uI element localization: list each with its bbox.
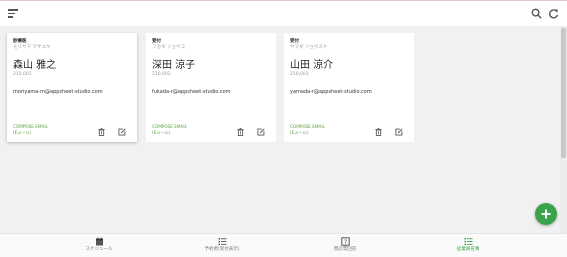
employee-name: 森山 雅之 — [13, 60, 57, 71]
list-icon — [464, 238, 472, 246]
employee-name: 山田 涼介 — [290, 60, 334, 71]
nav-label: 予約者(受付表示) — [204, 247, 240, 252]
nav-label: スケジュール — [85, 247, 113, 252]
trash-icon[interactable] — [98, 128, 105, 136]
employee-name-kana: モリヤマ マサユキ — [13, 45, 51, 50]
employee-email: moriyama-m@appsheet-studio.com — [13, 89, 103, 95]
search-icon[interactable] — [531, 8, 542, 19]
employee-code: 210,003 — [290, 72, 309, 77]
compose-email-sublabel: (Eメール) — [13, 129, 32, 135]
edit-icon[interactable] — [395, 128, 403, 136]
employee-card[interactable]: 受付 フカダ リョウコ 深田 涼子 210,002 fukada-r@appsh… — [146, 33, 276, 142]
compose-email-label: COMPOSE EMAIL — [290, 124, 325, 129]
plus-icon — [541, 209, 551, 219]
edit-icon[interactable] — [257, 128, 265, 136]
employee-code: 210,001 — [13, 72, 32, 77]
nav-item-schedule[interactable]: スケジュール — [59, 237, 139, 253]
employee-name-kana: フカダ リョウコ — [152, 45, 185, 50]
compose-email-link[interactable]: COMPOSE EMAIL (Eメール) — [290, 124, 325, 135]
list-icon — [218, 238, 226, 246]
refresh-icon[interactable] — [548, 8, 559, 19]
compose-email-link[interactable]: COMPOSE EMAIL (Eメール) — [13, 124, 48, 135]
employee-card-list: 診療医 モリヤマ マサユキ 森山 雅之 210,001 moriyama-m@a… — [0, 26, 560, 233]
compose-email-link[interactable]: COMPOSE EMAIL (Eメール) — [152, 124, 187, 135]
scrollbar[interactable] — [560, 26, 567, 233]
calendar-icon — [95, 237, 103, 246]
trash-icon[interactable] — [237, 128, 244, 136]
nav-label: 従業員名簿 — [456, 247, 480, 252]
menu-icon[interactable] — [8, 9, 18, 18]
nav-item-staff-directory[interactable]: 従業員名簿 — [428, 237, 508, 253]
employee-card[interactable]: 受付 ヤマダ リョウスケ 山田 涼介 210,003 yamada-r@apps… — [284, 33, 414, 142]
compose-email-label: COMPOSE EMAIL — [152, 124, 187, 129]
nav-label: 問診票回答 — [333, 247, 357, 252]
nav-item-reservations[interactable]: 予約者(受付表示) — [182, 237, 262, 253]
compose-email-sublabel: (Eメール) — [290, 129, 309, 135]
employee-email: fukada-r@appsheet-studio.com — [152, 89, 231, 95]
employee-card[interactable]: 診療医 モリヤマ マサユキ 森山 雅之 210,001 moriyama-m@a… — [7, 33, 137, 142]
employee-name-kana: ヤマダ リョウスケ — [290, 45, 328, 50]
employee-email: yamada-r@appsheet-studio.com — [290, 89, 372, 95]
edit-icon[interactable] — [118, 128, 126, 136]
employee-code: 210,002 — [152, 72, 171, 77]
bottom-navigation: スケジュール 予約者(受付表示) ? 問診票回答 従業員名簿 — [0, 233, 567, 257]
compose-email-label: COMPOSE EMAIL — [13, 124, 48, 129]
compose-email-sublabel: (Eメール) — [152, 129, 171, 135]
add-employee-button[interactable] — [535, 203, 557, 225]
scrollbar-thumb[interactable] — [561, 28, 566, 158]
nav-item-questionnaire[interactable]: ? 問診票回答 — [305, 237, 385, 253]
top-app-bar — [0, 0, 567, 26]
employee-name: 深田 涼子 — [152, 60, 196, 71]
trash-icon[interactable] — [375, 128, 382, 136]
svg-text:?: ? — [343, 239, 346, 246]
help-icon: ? — [340, 237, 350, 246]
